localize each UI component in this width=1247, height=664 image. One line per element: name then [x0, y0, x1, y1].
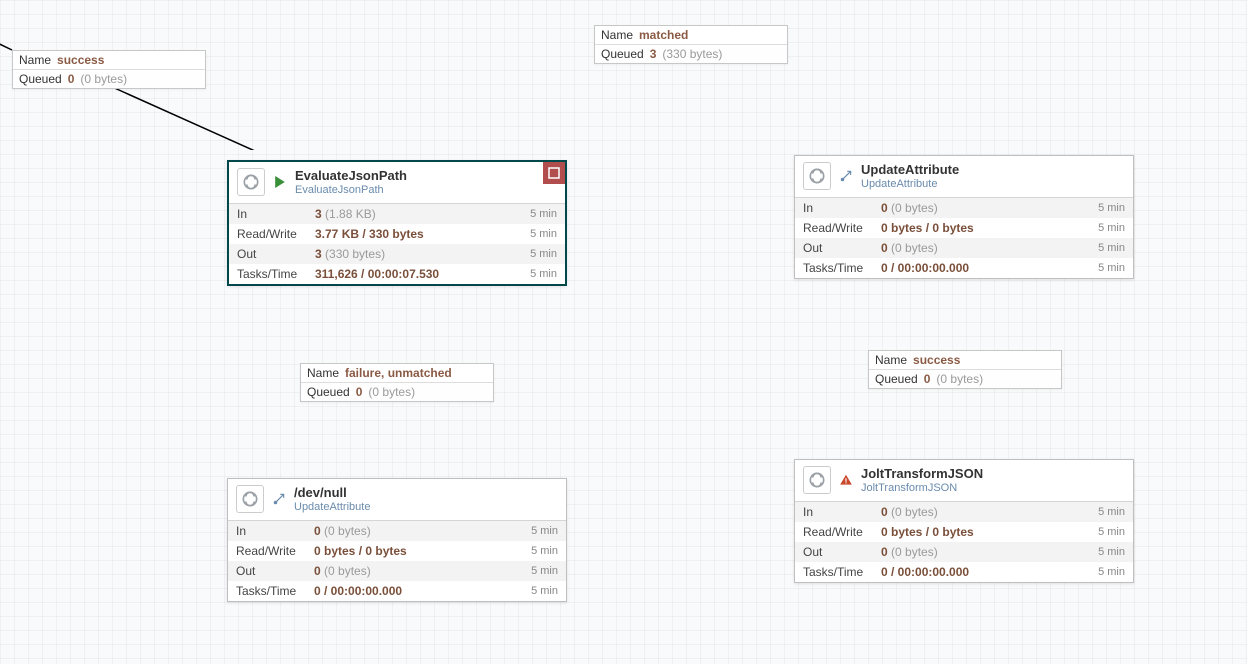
stat-out: Out0 (0 bytes)5 min — [228, 561, 566, 581]
run-status-icon — [839, 169, 853, 183]
processor-name: EvaluateJsonPath — [295, 168, 407, 184]
stat-in: In 3 (1.88 KB) 5 min — [229, 204, 565, 224]
conn-queued-size: (0 bytes) — [368, 385, 415, 399]
conn-queued-size: (0 bytes) — [80, 72, 127, 86]
conn-queued-size: (0 bytes) — [936, 372, 983, 386]
processor-header: JoltTransformJSON JoltTransformJSON — [795, 460, 1133, 501]
processor-stats: In0 (0 bytes)5 min Read/Write0 bytes / 0… — [795, 197, 1133, 278]
connection-success-1[interactable]: Name success Queued 0 (0 bytes) — [12, 50, 206, 89]
stat-readwrite: Read/Write 3.77 KB / 330 bytes 5 min — [229, 224, 565, 244]
conn-name-value: success — [57, 53, 104, 67]
processor-icon — [803, 466, 831, 494]
warning-icon — [839, 473, 853, 487]
stat-tasks-time: Tasks/Time0 / 00:00:00.0005 min — [795, 258, 1133, 278]
processor-type: UpdateAttribute — [861, 178, 959, 191]
stat-readwrite: Read/Write0 bytes / 0 bytes5 min — [795, 522, 1133, 542]
processor-type: EvaluateJsonPath — [295, 184, 407, 197]
stat-out: Out 3 (330 bytes) 5 min — [229, 244, 565, 264]
conn-queued-count: 3 — [650, 47, 657, 61]
conn-queued-size: (330 bytes) — [662, 47, 722, 61]
conn-name-value: success — [913, 353, 960, 367]
run-status-icon — [273, 176, 287, 188]
processor-dev-null[interactable]: /dev/null UpdateAttribute In0 (0 bytes)5… — [227, 478, 567, 602]
conn-name-value: failure, unmatched — [345, 366, 452, 380]
primary-node-badge-icon — [543, 162, 565, 184]
stat-tasks-time: Tasks/Time 311,626 / 00:00:07.530 5 min — [229, 264, 565, 284]
stat-readwrite: Read/Write0 bytes / 0 bytes5 min — [795, 218, 1133, 238]
processor-stats: In 3 (1.88 KB) 5 min Read/Write 3.77 KB … — [229, 203, 565, 284]
stat-out: Out0 (0 bytes)5 min — [795, 542, 1133, 562]
conn-name-label: Name — [601, 28, 633, 42]
stat-in: In0 (0 bytes)5 min — [228, 521, 566, 541]
stat-in: In0 (0 bytes)5 min — [795, 502, 1133, 522]
conn-name-value: matched — [639, 28, 688, 42]
processor-name: JoltTransformJSON — [861, 466, 983, 482]
conn-name-label: Name — [875, 353, 907, 367]
processor-name: UpdateAttribute — [861, 162, 959, 178]
stat-in: In0 (0 bytes)5 min — [795, 198, 1133, 218]
stat-out: Out0 (0 bytes)5 min — [795, 238, 1133, 258]
processor-stats: In0 (0 bytes)5 min Read/Write0 bytes / 0… — [795, 501, 1133, 582]
stat-tasks-time: Tasks/Time0 / 00:00:00.0005 min — [795, 562, 1133, 582]
connection-matched[interactable]: Name matched Queued 3 (330 bytes) — [594, 25, 788, 64]
conn-queued-label: Queued — [875, 372, 918, 386]
flow-canvas[interactable]: Name success Queued 0 (0 bytes) Name mat… — [0, 0, 1247, 664]
stat-tasks-time: Tasks/Time0 / 00:00:00.0005 min — [228, 581, 566, 601]
conn-queued-count: 0 — [68, 72, 75, 86]
processor-icon — [237, 168, 265, 196]
processor-icon — [803, 162, 831, 190]
conn-queued-count: 0 — [924, 372, 931, 386]
processor-header: EvaluateJsonPath EvaluateJsonPath — [229, 162, 565, 203]
conn-name-label: Name — [307, 366, 339, 380]
processor-icon — [236, 485, 264, 513]
processor-header: /dev/null UpdateAttribute — [228, 479, 566, 520]
processor-jolt-transform-json[interactable]: JoltTransformJSON JoltTransformJSON In0 … — [794, 459, 1134, 583]
conn-queued-label: Queued — [307, 385, 350, 399]
stat-readwrite: Read/Write0 bytes / 0 bytes5 min — [228, 541, 566, 561]
connection-success-2[interactable]: Name success Queued 0 (0 bytes) — [868, 350, 1062, 389]
processor-update-attribute[interactable]: UpdateAttribute UpdateAttribute In0 (0 b… — [794, 155, 1134, 279]
processor-evaluate-json-path[interactable]: EvaluateJsonPath EvaluateJsonPath In 3 (… — [227, 160, 567, 286]
processor-type: JoltTransformJSON — [861, 482, 983, 495]
processor-header: UpdateAttribute UpdateAttribute — [795, 156, 1133, 197]
conn-name-label: Name — [19, 53, 51, 67]
processor-name: /dev/null — [294, 485, 370, 501]
processor-type: UpdateAttribute — [294, 501, 370, 514]
conn-queued-count: 0 — [356, 385, 363, 399]
processor-stats: In0 (0 bytes)5 min Read/Write0 bytes / 0… — [228, 520, 566, 601]
connection-failure-unmatched[interactable]: Name failure, unmatched Queued 0 (0 byte… — [300, 363, 494, 402]
conn-queued-label: Queued — [601, 47, 644, 61]
conn-queued-label: Queued — [19, 72, 62, 86]
run-status-icon — [272, 492, 286, 506]
